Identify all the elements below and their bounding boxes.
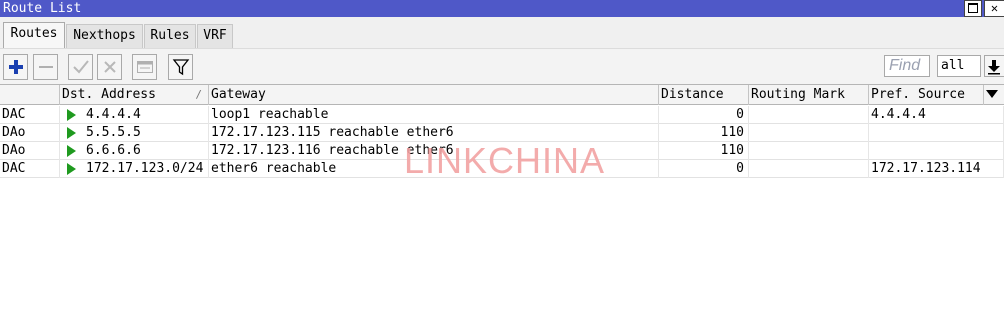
comment-icon [136,61,153,73]
remove-button[interactable] [33,54,58,80]
row-dst-address: 6.6.6.6 [84,142,209,160]
row-dst-address: 5.5.5.5 [84,124,209,142]
row-routing-mark [749,142,869,160]
row-gateway: 172.17.123.115 reachable ether6 [209,124,659,142]
remove-icon [38,66,53,68]
table-row[interactable]: DAo 6.6.6.6 172.17.123.116 reachable eth… [0,142,1004,160]
toolbar: Find all [0,48,1004,84]
row-distance: 0 [659,106,749,124]
col-dst-address[interactable]: Dst. Address / [60,85,209,105]
tab-rules[interactable]: Rules [144,24,196,48]
active-route-icon [67,163,76,175]
row-flags: DAC [0,106,60,124]
row-flags: DAo [0,124,60,142]
filter-select[interactable]: all [937,55,981,77]
col-routing-mark[interactable]: Routing Mark [749,85,869,105]
maximize-button[interactable] [964,0,982,17]
filter-dropdown-button[interactable] [984,55,1004,77]
row-gateway: 172.17.123.116 reachable ether6 [209,142,659,160]
row-pref-source: 172.17.123.114 [869,160,1004,178]
active-route-icon [67,109,76,121]
add-button[interactable] [3,54,28,80]
row-distance: 0 [659,160,749,178]
table-row[interactable]: DAC 172.17.123.0/24 ether6 reachable 0 1… [0,160,1004,178]
columns-menu-icon[interactable] [986,90,998,98]
tab-vrf[interactable]: VRF [197,24,233,48]
row-distance: 110 [659,124,749,142]
disable-icon [103,61,116,73]
row-pref-source: 4.4.4.4 [869,106,1004,124]
row-flags: DAo [0,142,60,160]
filter-icon [172,59,189,76]
col-flags[interactable] [0,85,60,105]
row-dst-address: 4.4.4.4 [84,106,209,124]
find-input[interactable]: Find [884,55,930,77]
route-table: Dst. Address / Gateway Distance Routing … [0,84,1004,324]
active-route-icon [67,127,76,139]
row-dst-address: 172.17.123.0/24 [84,160,209,178]
row-routing-mark [749,160,869,178]
row-gateway: loop1 reachable [209,106,659,124]
row-pref-source [869,124,1004,142]
tab-nexthops[interactable]: Nexthops [66,24,143,48]
col-distance[interactable]: Distance [659,85,749,105]
row-routing-mark [749,124,869,142]
row-pref-source [869,142,1004,160]
title-bar[interactable]: Route List ✕ [0,0,1004,17]
row-flags: DAC [0,160,60,178]
row-gateway: ether6 reachable [209,160,659,178]
active-route-icon [67,145,76,157]
tab-bar: Routes Nexthops Rules VRF [0,17,1004,49]
disable-button[interactable] [97,54,122,80]
comment-button[interactable] [132,54,157,80]
row-routing-mark [749,106,869,124]
add-icon [8,60,23,74]
sort-indicator-icon: / [195,88,202,101]
col-dst-address-label: Dst. Address [62,87,156,102]
window-title: Route List [3,1,82,16]
tab-routes[interactable]: Routes [3,22,65,49]
enable-icon [72,60,89,74]
table-row[interactable]: DAo 5.5.5.5 172.17.123.115 reachable eth… [0,124,1004,142]
row-distance: 110 [659,142,749,160]
enable-button[interactable] [68,54,93,80]
close-icon: ✕ [990,1,999,15]
table-row[interactable]: DAC 4.4.4.4 loop1 reachable 0 4.4.4.4 [0,106,1004,124]
filter-button[interactable] [168,54,193,80]
arrow-down-icon [988,60,1000,75]
close-button[interactable]: ✕ [984,0,1004,17]
maximize-icon [968,3,978,13]
col-pref-source[interactable]: Pref. Source [869,85,984,105]
table-header: Dst. Address / Gateway Distance Routing … [0,85,1004,105]
col-gateway[interactable]: Gateway [209,85,659,105]
